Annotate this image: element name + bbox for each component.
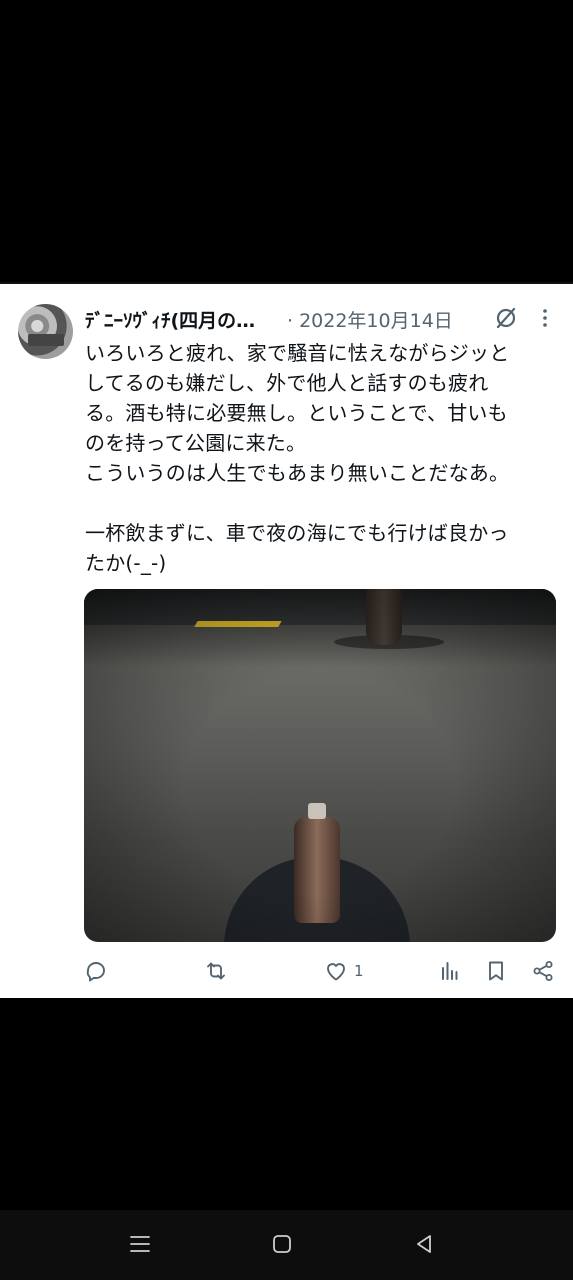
recents-icon[interactable] (128, 1232, 152, 1256)
action-bar: 1 (84, 958, 558, 984)
system-nav-bar (0, 1210, 573, 1280)
photo-vignette (84, 589, 556, 942)
author-name[interactable]: ﾃﾞﾆｰｿｳﾞｨﾁ(四月の… (85, 306, 281, 333)
more-icon[interactable] (533, 306, 557, 330)
back-icon[interactable] (412, 1232, 436, 1256)
tweet-date[interactable]: · 2022年10月14日 (287, 306, 453, 333)
tweet-card[interactable]: ﾃﾞﾆｰｿｳﾞｨﾁ(四月の… · 2022年10月14日 いろいろと疲れ、家で騒… (0, 284, 573, 998)
reply-button[interactable] (84, 958, 108, 984)
share-button[interactable] (531, 958, 555, 984)
grok-icon[interactable] (494, 306, 518, 330)
tweet-text: いろいろと疲れ、家で騒音に怯えながらジッと してるのも嫌だし、外で他人と話すのも… (85, 341, 510, 575)
bookmark-button[interactable] (484, 958, 508, 984)
views-button[interactable] (438, 958, 462, 984)
tweet-photo[interactable] (84, 589, 556, 942)
top-black-area (0, 0, 573, 282)
home-icon[interactable] (270, 1232, 294, 1256)
share-icon (533, 961, 553, 981)
views-icon (442, 962, 458, 980)
like-button[interactable]: 1 (324, 958, 364, 984)
retweet-icon (207, 962, 225, 980)
avatar[interactable] (18, 304, 73, 359)
like-count: 1 (354, 962, 364, 980)
reply-icon (86, 962, 105, 982)
tweet-header: ﾃﾞﾆｰｿｳﾞｨﾁ(四月の… · 2022年10月14日 (85, 302, 555, 336)
like-icon (327, 963, 345, 981)
retweet-button[interactable] (204, 958, 228, 984)
bottom-black-area (0, 998, 573, 1210)
bookmark-icon (489, 961, 503, 981)
